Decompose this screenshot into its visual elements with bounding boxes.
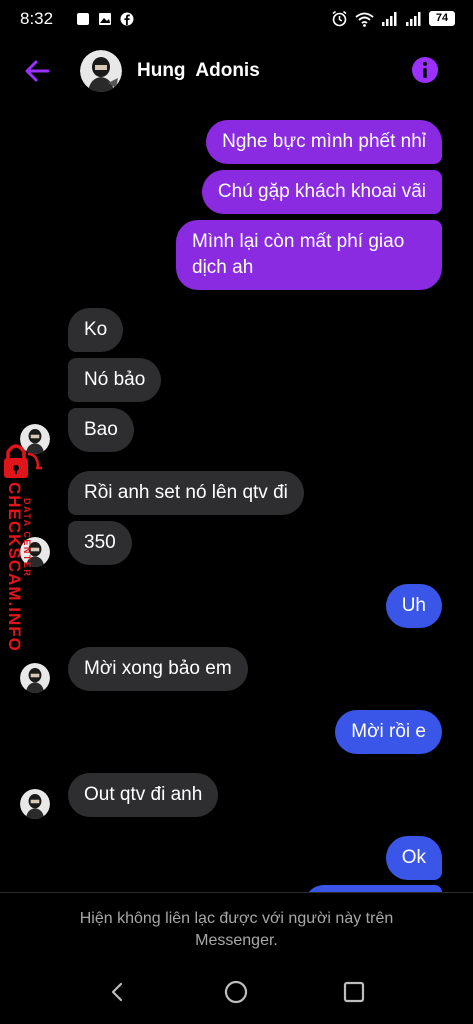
back-arrow-icon[interactable] <box>22 56 52 86</box>
avatar-image <box>80 50 122 92</box>
watermark-text: CHECKSCAM.INFO <box>5 482 24 652</box>
message-bubble-outgoing[interactable]: Mời rồi e <box>335 710 442 754</box>
message-text: Out qtv đi anh <box>84 784 203 805</box>
message-bubble-outgoing[interactable]: Mình lại còn mất phí giao dịch ah <box>176 220 442 290</box>
contact-name[interactable]: Hung Adonis <box>137 60 260 82</box>
message-text-line-1: Mình lại còn mất phí giao <box>192 231 405 252</box>
message-text: Nghe bực mình phết nhỉ <box>222 131 426 152</box>
message-bubble-incoming[interactable]: Bao <box>68 408 134 452</box>
sender-avatar[interactable] <box>20 789 50 819</box>
battery-indicator: 74 <box>429 11 455 26</box>
message-text-line-2: dịch ah <box>192 257 254 278</box>
message-text: Nó bảo <box>84 369 146 390</box>
recents-nav-icon[interactable] <box>340 978 368 1006</box>
message-bubble-outgoing[interactable]: Nghe bực mình phết nhỉ <box>206 120 442 164</box>
message-text: Ko <box>84 319 108 340</box>
message-bubble-incoming[interactable]: Mời xong bảo em <box>68 647 248 691</box>
status-time: 8:32 <box>20 9 54 28</box>
status-right-icons: 74 <box>331 10 455 27</box>
home-nav-icon[interactable] <box>222 978 250 1006</box>
back-nav-icon[interactable] <box>104 978 132 1006</box>
signal-icon <box>382 11 397 26</box>
notification-dot-icon <box>77 13 89 25</box>
status-bar: 8:32 74 <box>0 0 473 40</box>
message-bubble-outgoing[interactable]: Chú gặp khách khoai vãi <box>201 170 442 214</box>
chat-header: Hung Adonis <box>0 40 473 104</box>
message-text: Bao <box>84 419 118 440</box>
message-bubble-outgoing[interactable]: Uh <box>385 584 442 628</box>
message-text: 350 <box>84 532 116 553</box>
message-bubble-incoming[interactable]: 350 <box>68 521 132 565</box>
message-text: Chú gặp khách khoai vãi <box>217 181 426 202</box>
avatar[interactable] <box>80 50 122 92</box>
message-text: Mời rồi e <box>351 721 426 742</box>
message-text: Ok <box>401 847 426 868</box>
image-icon <box>99 13 111 25</box>
unavailable-notice: Hiện không liên lạc được với người này t… <box>0 892 473 952</box>
avatar-image <box>20 789 50 819</box>
message-bubble-incoming[interactable]: Rồi anh set nó lên qtv đi <box>68 471 304 515</box>
notice-line-1: Hiện không liên lạc được với người này t… <box>79 910 394 927</box>
message-bubble-incoming[interactable]: Out qtv đi anh <box>68 773 219 817</box>
notification-icons <box>76 12 134 26</box>
message-bubble-incoming[interactable]: Nó bảo <box>68 358 162 402</box>
message-bubble-outgoing[interactable]: Ok <box>385 836 442 880</box>
message-bubble-incoming[interactable]: Ko <box>68 308 124 352</box>
message-text: Rồi anh set nó lên qtv đi <box>84 482 288 503</box>
message-text: Uh <box>401 595 426 616</box>
info-icon[interactable] <box>411 56 439 84</box>
facebook-icon <box>120 12 134 26</box>
notice-line-2: Messenger. <box>195 932 278 949</box>
wifi-icon <box>355 12 374 27</box>
alarm-icon <box>332 10 347 27</box>
message-text: Mời xong bảo em <box>84 658 232 679</box>
notice-text: Hiện không liên lạc được với người này t… <box>40 908 433 952</box>
signal-icon-2 <box>406 11 421 26</box>
watermark: DATA CENTER CHECKSCAM.INFO <box>0 438 50 668</box>
navigation-bar <box>0 960 473 1024</box>
